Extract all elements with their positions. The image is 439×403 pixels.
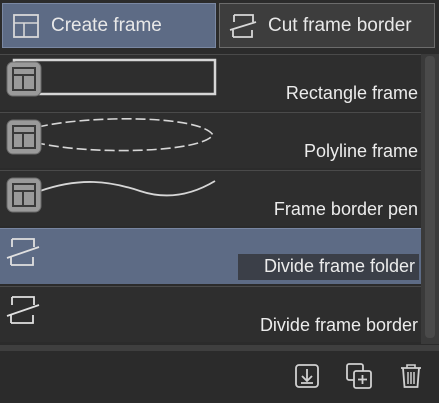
trash-icon [397, 362, 425, 395]
tab-label: Create frame [51, 14, 162, 36]
list-item-label: Divide frame folder [237, 254, 419, 280]
frame-tool-icon [4, 59, 44, 99]
list-item-divide-frame-folder[interactable]: Divide frame folder [0, 228, 421, 284]
import-icon [293, 362, 321, 395]
cut-frame-border-icon [228, 11, 258, 41]
list-item-label: Polyline frame [303, 141, 418, 161]
frame-tool-icon [4, 117, 44, 157]
tab-create-frame[interactable]: Create frame [2, 3, 216, 48]
duplicate-icon [345, 362, 373, 395]
divide-frame-icon [4, 291, 44, 331]
import-button[interactable] [292, 363, 322, 393]
list-item-rectangle-frame[interactable]: Rectangle frame [0, 54, 421, 110]
sub-tool-panel: Create frame Cut frame border Rectangle … [0, 0, 439, 403]
list-item-divide-frame-border[interactable]: Divide frame border [0, 286, 421, 342]
list-item-label: Frame border pen [273, 199, 418, 219]
list-scrollbar[interactable] [421, 54, 439, 344]
tab-cut-frame-border[interactable]: Cut frame border [219, 3, 435, 48]
scrollbar-thumb[interactable] [425, 56, 435, 338]
sub-tool-group-tabs: Create frame Cut frame border [0, 0, 439, 52]
divide-frame-icon [4, 233, 44, 273]
list-item-label: Divide frame border [259, 315, 418, 335]
sub-tool-list: Rectangle frame Polyline frame Frame bor… [0, 54, 439, 344]
tab-label: Cut frame border [268, 14, 412, 36]
delete-button[interactable] [396, 363, 426, 393]
list-item-label: Rectangle frame [285, 83, 418, 103]
list-item-polyline-frame[interactable]: Polyline frame [0, 112, 421, 168]
frame-tool-icon [4, 175, 44, 215]
panel-footer [0, 351, 439, 403]
duplicate-button[interactable] [344, 362, 374, 395]
list-item-frame-border-pen[interactable]: Frame border pen [0, 170, 421, 226]
frame-create-icon [11, 11, 41, 41]
